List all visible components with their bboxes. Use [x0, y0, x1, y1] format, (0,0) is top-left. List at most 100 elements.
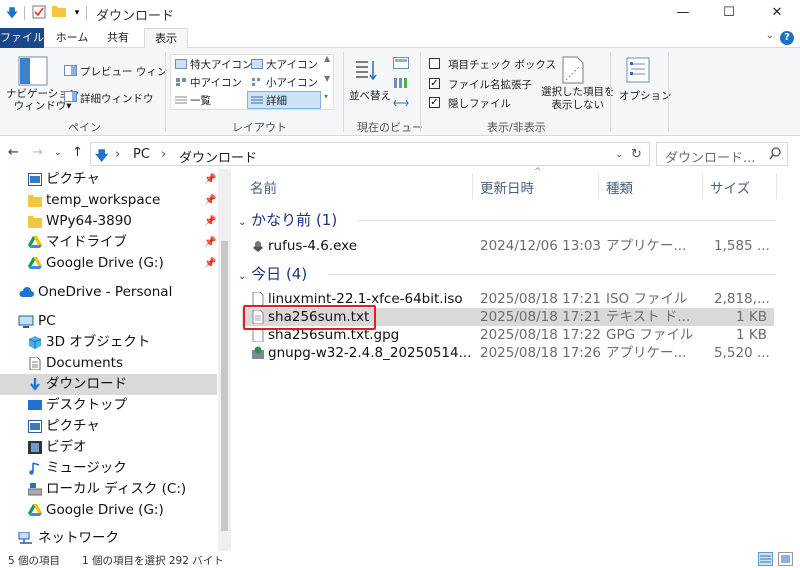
- file-date: 2025/08/18 17:21: [480, 291, 602, 307]
- ribbon: ナビゲーション ウィンドウ▾ プレビュー ウィンドウ 詳細ウィンドウ ペイン 特…: [0, 48, 800, 136]
- item-checkbox-toggle[interactable]: [429, 58, 440, 69]
- pin-icon[interactable]: 📌: [204, 190, 216, 211]
- file-row[interactable]: rufus-4.6.exe 2024/12/06 13:03 アプリケー... …: [242, 237, 774, 255]
- tab-share[interactable]: 共有: [98, 28, 138, 48]
- nav-item-local-disk[interactable]: ローカル ディスク (C:): [0, 479, 217, 500]
- pin-icon[interactable]: 📌: [204, 253, 216, 274]
- details-view-button[interactable]: [758, 552, 773, 566]
- nav-item-network[interactable]: ネットワーク: [0, 528, 217, 549]
- minimize-button[interactable]: —: [660, 0, 706, 28]
- nav-label: temp_workspace: [46, 192, 161, 208]
- preview-pane-icon[interactable]: [64, 65, 77, 79]
- hide-selected-button[interactable]: 選択した項目を 表示しない: [541, 86, 615, 112]
- file-extension-label[interactable]: ファイル名拡張子: [448, 77, 532, 92]
- tab-view[interactable]: 表示: [144, 28, 188, 49]
- gallery-scroll-down-icon[interactable]: ▼: [324, 74, 330, 83]
- nav-item-temp-workspace[interactable]: temp_workspace 📌: [0, 190, 217, 211]
- layout-extra-large[interactable]: 特大アイコン: [190, 57, 252, 72]
- layout-details[interactable]: 詳細: [266, 93, 287, 108]
- help-icon[interactable]: ?: [780, 31, 794, 45]
- nav-item-google-drive[interactable]: Google Drive (G:): [0, 500, 217, 521]
- gallery-scroll-up-icon[interactable]: ▲: [324, 54, 330, 63]
- search-input[interactable]: ダウンロード...: [665, 147, 755, 166]
- file-date: 2025/08/18 17:26: [480, 345, 602, 361]
- column-size[interactable]: サイズ: [710, 177, 750, 197]
- search-icon[interactable]: [769, 147, 781, 164]
- file-type: GPG ファイル: [606, 327, 694, 343]
- sort-by-button[interactable]: 並べ替え: [349, 88, 391, 103]
- address-bar[interactable]: 🡇 › PC › ダウンロード ⌄ ↻: [90, 142, 650, 166]
- ribbon-collapse-icon[interactable]: ⌄: [766, 30, 774, 41]
- item-checkbox-label[interactable]: 項目チェック ボックス: [448, 57, 556, 72]
- refresh-icon[interactable]: ↻: [631, 147, 642, 162]
- up-arrow-icon[interactable]: ↑: [72, 145, 83, 160]
- forward-arrow-icon[interactable]: →: [32, 145, 43, 160]
- tab-file[interactable]: ファイル: [0, 28, 44, 48]
- large-icons-icon: [251, 58, 263, 72]
- nav-item-wpy64[interactable]: WPy64-3890 📌: [0, 211, 217, 232]
- breadcrumb-pc[interactable]: PC: [133, 147, 150, 162]
- back-arrow-icon[interactable]: ←: [8, 145, 19, 160]
- column-date-modified[interactable]: 更新日時: [480, 177, 534, 197]
- hidden-files-checkbox[interactable]: ✓: [429, 97, 440, 108]
- nav-item-downloads[interactable]: ダウンロード: [0, 374, 217, 395]
- details-pane-icon[interactable]: [64, 91, 77, 105]
- nav-item-pc[interactable]: PC: [0, 311, 217, 332]
- new-folder-icon[interactable]: [51, 5, 67, 21]
- hidden-files-label[interactable]: 隠しファイル: [448, 96, 511, 111]
- collapse-chevron-icon[interactable]: ⌄: [238, 271, 246, 282]
- details-pane-button[interactable]: 詳細ウィンドウ: [80, 91, 154, 106]
- recent-locations-icon[interactable]: ⌄: [54, 148, 62, 158]
- group-title: 今日 (4): [251, 265, 308, 283]
- options-icon[interactable]: [626, 57, 650, 86]
- current-view-group-label: 現在のビュー: [357, 121, 423, 134]
- options-button[interactable]: オプション: [619, 88, 672, 103]
- pin-icon[interactable]: 📌: [204, 211, 216, 232]
- search-box[interactable]: ダウンロード...: [656, 142, 788, 166]
- nav-item-music[interactable]: ミュージック: [0, 458, 217, 479]
- address-dropdown-icon[interactable]: ⌄: [615, 149, 623, 160]
- nav-item-my-drive[interactable]: マイドライブ 📌: [0, 232, 217, 253]
- tab-home[interactable]: ホーム: [52, 28, 92, 48]
- nav-item-pictures-quick[interactable]: ピクチャ 📌: [0, 169, 217, 190]
- breadcrumb-downloads[interactable]: ダウンロード: [179, 147, 257, 166]
- layout-small[interactable]: 小アイコン: [266, 75, 318, 90]
- file-extension-checkbox[interactable]: ✓: [429, 78, 440, 89]
- pin-icon[interactable]: 📌: [204, 169, 216, 190]
- pictures-icon: [28, 420, 42, 433]
- breadcrumb-separator-icon[interactable]: ›: [115, 147, 120, 162]
- column-type[interactable]: 種類: [606, 177, 633, 197]
- breadcrumb-separator-icon[interactable]: ›: [161, 147, 166, 162]
- collapse-chevron-icon[interactable]: ⌄: [238, 217, 246, 228]
- maximize-button[interactable]: ☐: [706, 0, 752, 28]
- sort-by-icon[interactable]: [354, 58, 378, 87]
- layout-list[interactable]: 一覧: [190, 93, 211, 108]
- customize-qat-icon[interactable]: ▾: [69, 5, 85, 21]
- properties-icon[interactable]: [31, 5, 47, 21]
- gallery-expand-icon[interactable]: ▾: [324, 92, 328, 101]
- nav-item-desktop[interactable]: デスクトップ: [0, 395, 217, 416]
- pin-icon[interactable]: 📌: [204, 232, 216, 253]
- column-name[interactable]: 名前: [250, 177, 277, 197]
- navigation-pane-icon[interactable]: [18, 56, 48, 89]
- close-button[interactable]: ✕: [754, 0, 800, 28]
- file-row[interactable]: gnupg-w32-2.4.8_20250514... 2025/08/18 1…: [242, 344, 774, 362]
- group-header-long-ago[interactable]: ⌄ かなり前 (1): [238, 209, 337, 230]
- nav-item-pictures[interactable]: ピクチャ: [0, 416, 217, 437]
- group-by-icon[interactable]: [393, 57, 409, 72]
- group-header-today[interactable]: ⌄ 今日 (4): [238, 263, 307, 284]
- layout-large[interactable]: 大アイコン: [266, 57, 318, 72]
- nav-item-onedrive[interactable]: OneDrive - Personal: [0, 282, 217, 303]
- nav-scrollbar[interactable]: [218, 169, 231, 551]
- layout-medium[interactable]: 中アイコン: [190, 75, 242, 90]
- size-columns-icon[interactable]: [393, 97, 409, 112]
- add-columns-icon[interactable]: [393, 77, 409, 92]
- nav-item-3d-objects[interactable]: 3D オブジェクト: [0, 332, 217, 353]
- nav-scrollbar-thumb[interactable]: [221, 241, 228, 531]
- nav-item-documents[interactable]: Documents: [0, 353, 217, 374]
- nav-label: ダウンロード: [46, 376, 127, 392]
- large-icons-view-button[interactable]: [778, 552, 793, 566]
- nav-item-videos[interactable]: ビデオ: [0, 437, 217, 458]
- nav-item-google-drive-quick[interactable]: Google Drive (G:) 📌: [0, 253, 217, 274]
- hide-selected-icon[interactable]: [562, 56, 584, 87]
